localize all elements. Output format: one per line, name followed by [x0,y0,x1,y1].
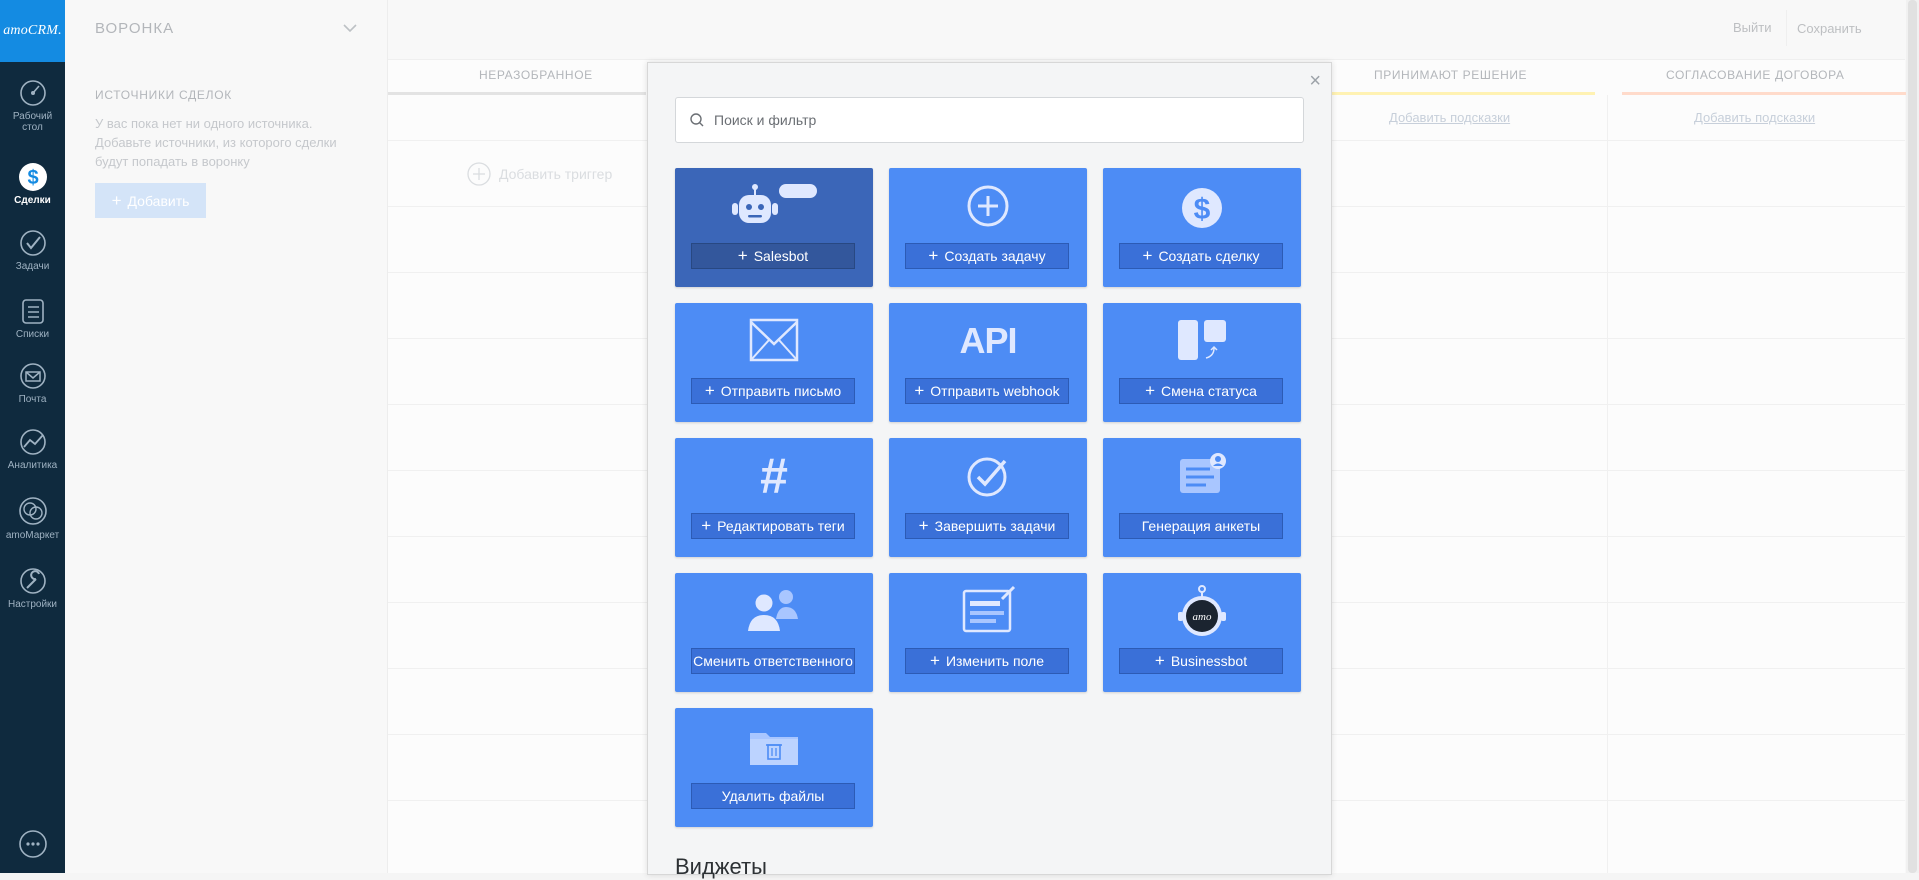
delete-files-button[interactable]: Удалить файлы [691,783,855,809]
analytics-icon [19,429,46,455]
plus-circle-icon [967,185,1009,227]
plus-icon: + [930,651,940,670]
tile-label: Businessbot [1170,653,1248,669]
nav-item-tasks[interactable]: Задачи [0,228,65,272]
amo-bot-icon: amo [1178,585,1226,636]
form-generation-button[interactable]: Генерация анкеты [1119,513,1283,539]
edit-field-icon [962,585,1016,633]
nav-label: Задачи [15,261,50,272]
chat-icon [18,830,47,858]
nav-item-deals[interactable]: $ Сделки [0,160,65,206]
tile-label: Сменить ответственного [693,653,853,669]
nav-item-mail[interactable]: Почта [0,361,65,405]
nav-item-analytics[interactable]: Аналитика [0,427,65,471]
chat-button[interactable] [0,829,65,859]
nav-label: Рабочий стол [12,111,53,133]
search-icon [690,113,704,127]
tile-label: Редактировать теги [717,518,845,534]
plus-icon: + [737,246,748,265]
svg-text:$: $ [1194,193,1211,226]
form-icon [1180,453,1226,493]
nav-item-dashboard[interactable]: Рабочий стол [0,78,65,133]
plus-icon: + [1145,381,1156,400]
plus-icon: + [701,516,712,535]
deals-icon: $ [18,163,47,191]
plus-icon: + [1154,651,1165,670]
tile-edit-tags[interactable]: # + Редактировать теги [675,438,873,557]
tile-label: Удалить файлы [721,788,825,804]
status-change-button[interactable]: + Смена статуса [1119,378,1283,404]
tile-create-deal[interactable]: $ + Создать сделку [1103,168,1301,287]
dollar-icon: $ [1182,188,1222,228]
tile-label: Изменить поле [945,653,1044,669]
plus-icon: + [914,381,925,400]
send-webhook-button[interactable]: + Отправить webhook [905,378,1069,404]
plus-icon: + [704,381,715,400]
nav-label: Сделки [14,195,51,206]
plus-icon: + [1142,246,1153,265]
check-circle-icon [967,457,1007,497]
svg-text:$: $ [27,167,38,189]
lists-icon [21,299,44,324]
tile-label: Создать задачу [944,248,1046,264]
tile-businessbot[interactable]: amo + Businessbot [1103,573,1301,692]
nav-label: Почта [18,394,47,405]
mail-icon [19,363,46,389]
nav-item-lists[interactable]: Списки [0,296,65,340]
nav-item-market[interactable]: amoМаркет [0,495,65,541]
nav-label: Настройки [7,599,58,610]
tile-edit-field[interactable]: + Изменить поле [889,573,1087,692]
edit-field-button[interactable]: + Изменить поле [905,648,1069,674]
tile-label: Salesbot [753,248,809,264]
salesbot-button[interactable]: + Salesbot [691,243,855,269]
tile-complete-tasks[interactable]: + Завершить задачи [889,438,1087,557]
tile-label: Смена статуса [1161,383,1257,399]
send-email-button[interactable]: + Отправить письмо [691,378,855,404]
robot-icon [732,184,817,223]
tile-label: Создать сделку [1158,248,1260,264]
plus-icon: + [918,516,929,535]
plus-icon: + [928,246,939,265]
nav-label: Аналитика [7,460,58,471]
status-change-icon [1178,320,1226,360]
nav-label: Списки [15,329,50,340]
market-icon [18,497,47,525]
edit-tags-button[interactable]: + Редактировать теги [691,513,855,539]
tile-label: Отправить webhook [930,383,1060,399]
tile-label: Завершить задачи [934,518,1056,534]
create-deal-button[interactable]: + Создать сделку [1119,243,1283,269]
search-box[interactable] [675,97,1304,143]
tile-send-webhook[interactable]: API + Отправить webhook [889,303,1087,422]
create-task-button[interactable]: + Создать задачу [905,243,1069,269]
tile-change-responsible[interactable]: Сменить ответственного [675,573,873,692]
change-responsible-button[interactable]: Сменить ответственного [691,648,855,674]
settings-icon [19,568,46,594]
envelope-icon [749,318,799,362]
api-icon: API [959,320,1017,361]
amo-bot-label: amo [1193,611,1212,623]
tile-send-email[interactable]: + Отправить письмо [675,303,873,422]
tile-label: Отправить письмо [720,383,842,399]
businessbot-button[interactable]: + Businessbot [1119,648,1283,674]
folder-delete-icon [750,733,798,765]
trigger-modal: × + Salesbot + Создать задачу $ + Создать с… [647,62,1332,879]
hashtag-icon: # [760,448,788,504]
complete-tasks-button[interactable]: + Завершить задачи [905,513,1069,539]
tile-salesbot[interactable]: + Salesbot [675,168,873,287]
widgets-section-title: Виджеты [675,854,767,879]
tile-form-generation[interactable]: Генерация анкеты [1103,438,1301,557]
tasks-icon [19,230,46,256]
tile-delete-files[interactable]: Удалить файлы [675,708,873,827]
logo[interactable]: amoCRM. [0,0,65,62]
dashboard-icon [19,80,46,106]
tile-status-change[interactable]: + Смена статуса [1103,303,1301,422]
close-icon[interactable]: × [1309,70,1321,93]
nav-label: amoМаркет [5,530,60,541]
tile-create-task[interactable]: + Создать задачу [889,168,1087,287]
left-navigation: amoCRM. Рабочий стол $ Сделки Задачи Спи… [0,0,65,873]
tile-label: Генерация анкеты [1141,518,1261,534]
nav-item-settings[interactable]: Настройки [0,566,65,610]
search-input[interactable] [712,111,1296,129]
users-swap-icon [748,590,798,631]
